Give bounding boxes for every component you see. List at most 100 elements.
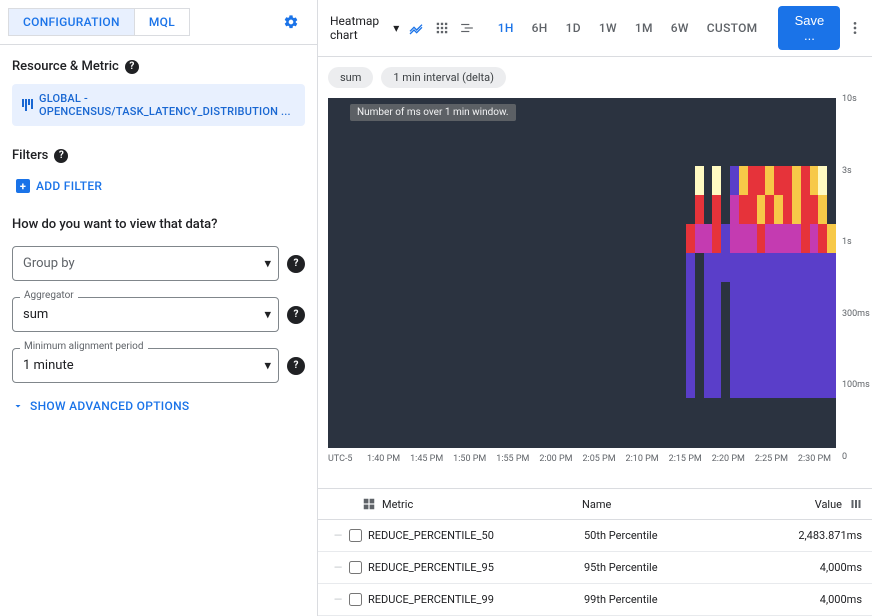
heatmap-cell (818, 166, 827, 195)
heatmap-cell (748, 224, 757, 253)
time-range-6h[interactable]: 6H (525, 17, 555, 39)
alignment-select[interactable]: 1 minute (12, 348, 279, 383)
heatmap-cell (712, 340, 721, 369)
heatmap-chart[interactable]: Number of ms over 1 min window. (328, 98, 836, 448)
heatmap-cell (739, 282, 748, 311)
drag-handle-icon[interactable]: — (328, 529, 348, 542)
table-row[interactable]: —REDUCE_PERCENTILE_9595th Percentile4,00… (318, 552, 872, 584)
heatmap-column (721, 166, 730, 398)
time-range-1h[interactable]: 1H (491, 17, 521, 39)
group-by-select[interactable]: Group by (12, 246, 279, 281)
heatmap-cell (818, 224, 827, 253)
heatmap-cell (686, 311, 695, 340)
row-checkbox[interactable] (348, 593, 362, 606)
row-checkbox[interactable] (348, 529, 362, 542)
add-filter-button[interactable]: + ADD FILTER (12, 173, 305, 199)
heatmap-cell (712, 282, 721, 311)
aggregator-select[interactable]: sum (12, 297, 279, 332)
tab-mql[interactable]: MQL (135, 8, 190, 36)
heatmap-cell (686, 340, 695, 369)
chip-interval[interactable]: 1 min interval (delta) (381, 67, 506, 88)
more-icon[interactable] (844, 14, 866, 42)
heatmap-cell (765, 369, 774, 398)
help-icon[interactable]: ? (287, 357, 305, 375)
stats-icon[interactable] (431, 14, 453, 42)
time-range-1m[interactable]: 1M (628, 17, 660, 39)
heatmap-cell (730, 282, 739, 311)
heatmap-cell (721, 369, 730, 398)
heatmap-cell (765, 253, 774, 282)
heatmap-cell (801, 369, 810, 398)
columns-icon[interactable] (842, 498, 862, 510)
filters-label: Filters ? (12, 148, 305, 163)
help-icon[interactable]: ? (54, 149, 68, 163)
heatmap-cell (748, 369, 757, 398)
chevron-down-icon (12, 400, 24, 412)
resource-metric-label: Resource & Metric ? (12, 59, 305, 74)
heatmap-cell (686, 195, 695, 224)
y-axis: 10s 3s 1s 300ms 100ms 0 (838, 98, 870, 466)
heatmap-column (801, 166, 810, 398)
row-name: 95th Percentile (584, 561, 764, 574)
heatmap-cell (695, 253, 704, 282)
time-range-1w[interactable]: 1W (592, 17, 624, 39)
heatmap-cell (765, 282, 774, 311)
drag-handle-icon[interactable]: — (328, 593, 348, 606)
heatmap-cell (704, 195, 713, 224)
heatmap-cell (730, 195, 739, 224)
gear-icon[interactable] (277, 8, 305, 36)
heatmap-cell (704, 282, 713, 311)
time-range-custom[interactable]: CUSTOM (700, 17, 765, 39)
aggregator-label: Aggregator (20, 290, 78, 301)
help-icon[interactable]: ? (287, 306, 305, 324)
heatmap-cell (712, 369, 721, 398)
heatmap-cell (757, 224, 766, 253)
compare-icon[interactable] (457, 14, 479, 42)
row-value: 4,000ms (764, 593, 862, 606)
heatmap-cell (765, 340, 774, 369)
row-metric: REDUCE_PERCENTILE_50 (364, 529, 584, 542)
legend-icon (362, 497, 376, 511)
save-button[interactable]: Save ... (778, 6, 840, 50)
heatmap-cell (686, 253, 695, 282)
heatmap-cell (695, 224, 704, 253)
heatmap-cell (730, 253, 739, 282)
chart-type-select[interactable]: Heatmap chart ▾ (328, 10, 401, 46)
heatmap-cell (810, 282, 819, 311)
row-checkbox[interactable] (348, 561, 362, 574)
chip-sum[interactable]: sum (328, 67, 373, 88)
heatmap-cell (748, 311, 757, 340)
heatmap-cell (827, 224, 836, 253)
heatmap-cell (712, 311, 721, 340)
heatmap-cell (810, 340, 819, 369)
help-icon[interactable]: ? (287, 255, 305, 273)
show-advanced-button[interactable]: SHOW ADVANCED OPTIONS (12, 399, 305, 413)
line-chart-icon[interactable] (405, 14, 427, 42)
heatmap-cell (827, 253, 836, 282)
heatmap-cell (739, 195, 748, 224)
help-icon[interactable]: ? (125, 60, 139, 74)
table-row[interactable]: —REDUCE_PERCENTILE_5050th Percentile2,48… (318, 520, 872, 552)
tab-configuration[interactable]: CONFIGURATION (8, 8, 135, 36)
heatmap-cell (801, 253, 810, 282)
heatmap-cell (757, 253, 766, 282)
heatmap-cell (801, 311, 810, 340)
metric-picker[interactable]: GLOBAL - OPENCENSUS/TASK_LATENCY_DISTRIB… (12, 84, 305, 126)
heatmap-cell (801, 166, 810, 195)
heatmap-cell (695, 340, 704, 369)
heatmap-cell (792, 340, 801, 369)
heatmap-cell (783, 253, 792, 282)
heatmap-column (757, 166, 766, 398)
heatmap-cell (757, 195, 766, 224)
heatmap-cell (686, 166, 695, 195)
time-range-1d[interactable]: 1D (559, 17, 588, 39)
heatmap-cell (704, 253, 713, 282)
heatmap-column (739, 166, 748, 398)
table-row[interactable]: —REDUCE_PERCENTILE_9999th Percentile4,00… (318, 584, 872, 616)
time-range-6w[interactable]: 6W (664, 17, 696, 39)
heatmap-column (818, 166, 827, 398)
heatmap-cell (757, 369, 766, 398)
heatmap-column (730, 166, 739, 398)
drag-handle-icon[interactable]: — (328, 561, 348, 574)
heatmap-cell (721, 340, 730, 369)
